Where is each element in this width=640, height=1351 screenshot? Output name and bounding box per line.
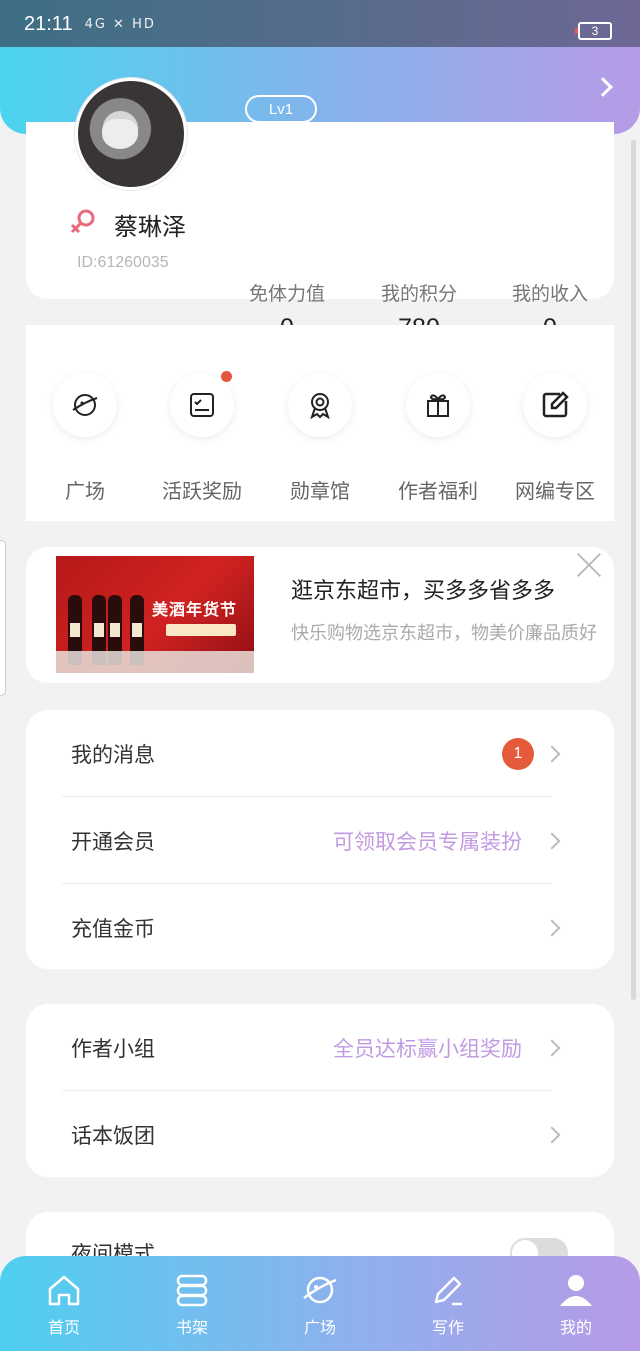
- stat-label: 我的收入: [511, 283, 588, 305]
- menu-item-membership[interactable]: 开通会员 可领取会员专属装扮: [26, 797, 614, 884]
- medal-icon: [310, 393, 330, 420]
- bottom-tab-bar: 首页 书架 广场 写作 我的: [0, 1256, 640, 1351]
- ad-image[interactable]: 美酒年货节: [56, 556, 254, 673]
- user-id: ID:61260035: [77, 254, 169, 271]
- planet-icon: [72, 394, 98, 416]
- menu-item-label: 开通会员: [71, 829, 155, 854]
- level-badge[interactable]: Lv1: [245, 95, 317, 123]
- ad-description: 快乐购物选京东超市，物美价廉品质好: [291, 623, 597, 644]
- avatar[interactable]: [75, 78, 187, 190]
- menu-item-huaben-fantuan[interactable]: 话本饭团: [26, 1091, 614, 1178]
- menu-group-community: 作者小组 全员达标赢小组奖励 话本饭团: [26, 1004, 614, 1177]
- tab-home[interactable]: 首页: [24, 1270, 104, 1338]
- tab-label: 广场: [303, 1318, 336, 1337]
- menu-item-author-group[interactable]: 作者小组 全员达标赢小组奖励: [26, 1004, 614, 1091]
- shortcut-circle: [523, 373, 587, 437]
- planet-icon: [303, 1276, 337, 1304]
- checklist-icon: [190, 393, 214, 417]
- ad-image-text: 美酒年货节: [152, 600, 238, 619]
- shortcut-label: 广场: [65, 479, 105, 503]
- shortcut-circle: [53, 373, 117, 437]
- shortcut-circle: [170, 371, 234, 437]
- tab-square[interactable]: 广场: [280, 1270, 360, 1338]
- shortcut-square[interactable]: 广场: [26, 373, 144, 504]
- tab-bookshelf[interactable]: 书架: [152, 1270, 232, 1338]
- bookshelf-icon: [176, 1274, 208, 1307]
- gift-icon: [427, 394, 449, 417]
- menu-item-label: 我的消息: [71, 742, 155, 767]
- menu-group-account: 我的消息 1 开通会员 可领取会员专属装扮 充值金币: [26, 710, 614, 969]
- shortcut-author-benefits[interactable]: 作者福利: [379, 373, 497, 504]
- menu-item-label: 作者小组: [71, 1036, 155, 1061]
- stat-label: 我的积分: [380, 283, 457, 305]
- menu-item-hint: 全员达标赢小组奖励: [333, 1036, 522, 1061]
- shortcut-activity-reward[interactable]: 活跃奖励: [143, 371, 261, 504]
- network-indicator: 4G ✕ HD: [84, 16, 156, 32]
- edit-icon: [542, 391, 569, 418]
- scrollbar[interactable]: [631, 140, 636, 1000]
- menu-item-recharge[interactable]: 充值金币: [26, 884, 614, 971]
- menu-item-messages[interactable]: 我的消息 1: [26, 710, 614, 797]
- tab-label: 书架: [175, 1318, 208, 1337]
- tab-label: 首页: [47, 1318, 80, 1337]
- menu-item-label: 话本饭团: [71, 1123, 155, 1148]
- chevron-right-icon: [543, 1039, 561, 1056]
- shortcut-label: 勋章馆: [290, 479, 350, 503]
- user-icon: [560, 1275, 592, 1306]
- chevron-right-icon: [543, 832, 561, 849]
- ad-image-tag: [166, 624, 236, 636]
- notification-dot: [221, 371, 232, 382]
- username: 蔡琳泽: [114, 213, 186, 241]
- shortcut-circle: [288, 373, 352, 437]
- chevron-right-icon: [543, 745, 561, 762]
- tab-mine[interactable]: 我的: [536, 1270, 616, 1338]
- tab-label: 写作: [431, 1318, 464, 1337]
- shortcut-circle: [406, 373, 470, 437]
- chevron-right-icon: [543, 919, 561, 936]
- ad-image-floor: [56, 651, 254, 673]
- side-drawer-handle[interactable]: [0, 540, 6, 696]
- shortcut-editor-zone[interactable]: 网编专区: [496, 373, 614, 504]
- unread-badge: 1: [502, 737, 534, 770]
- shortcut-label: 作者福利: [398, 479, 478, 503]
- close-icon[interactable]: [574, 549, 604, 579]
- tab-write[interactable]: 写作: [408, 1270, 488, 1338]
- shortcut-medal-hall[interactable]: 勋章馆: [261, 373, 379, 504]
- battery-icon: 3: [575, 22, 612, 40]
- tab-label: 我的: [559, 1318, 592, 1337]
- female-gender-icon: [70, 209, 95, 234]
- ad-banner[interactable]: 美酒年货节 逛京东超市，买多多省多多 快乐购物选京东超市，物美价廉品质好: [26, 547, 614, 683]
- ad-title[interactable]: 逛京东超市，买多多省多多: [291, 573, 555, 605]
- pen-icon: [434, 1276, 462, 1306]
- menu-item-label: 充值金币: [71, 916, 155, 941]
- shortcut-grid: 广场 活跃奖励 勋章馆 作者福利 网编专区: [26, 325, 614, 521]
- shortcut-label: 活跃奖励: [162, 479, 242, 503]
- home-icon: [48, 1275, 80, 1306]
- shortcut-label: 网编专区: [515, 479, 595, 503]
- stat-label: 免体力值: [248, 283, 325, 305]
- menu-item-hint: 可领取会员专属装扮: [333, 829, 522, 854]
- status-bar: 21:11 4G ✕ HD 3: [0, 0, 640, 48]
- status-time: 21:11: [24, 12, 73, 35]
- chevron-right-icon: [543, 1126, 561, 1143]
